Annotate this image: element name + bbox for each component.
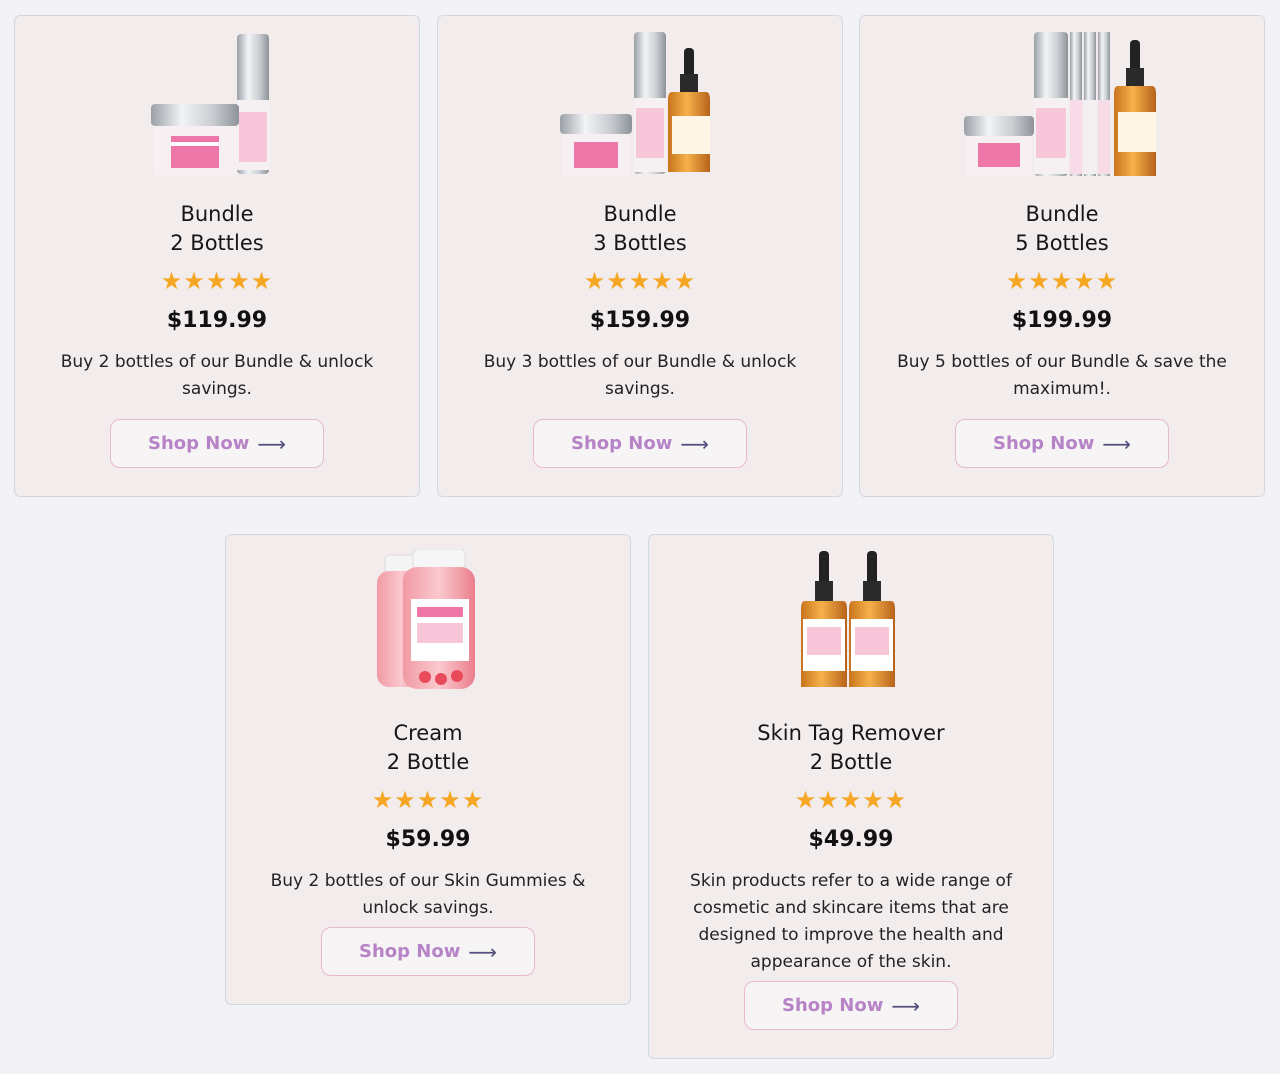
arrow-right-icon: ⟶	[1102, 431, 1132, 456]
shop-now-button[interactable]: Shop Now ⟶	[744, 981, 958, 1030]
rating-stars: ★★★★★	[1005, 267, 1119, 295]
product-price: $199.99	[1011, 308, 1113, 333]
product-title-line2: 2 Bottle	[386, 750, 470, 774]
rating-stars: ★★★★★	[160, 267, 274, 295]
arrow-right-icon: ⟶	[468, 939, 498, 964]
shop-now-label: Shop Now	[147, 433, 250, 454]
rating-stars: ★★★★★	[371, 786, 485, 814]
dropper-bottles-image	[649, 549, 1053, 699]
cream-jar-and-serum-bottle-image	[15, 30, 419, 180]
shop-now-label: Shop Now	[358, 941, 461, 962]
cream-serum-and-dropper-image	[438, 30, 842, 180]
product-description: Buy 5 bottles of our Bundle & save the m…	[897, 352, 1227, 399]
shop-now-button[interactable]: Shop Now ⟶	[533, 419, 747, 468]
product-title-line1: Bundle	[1025, 202, 1099, 226]
product-description: Buy 2 bottles of our Skin Gummies & unlo…	[270, 871, 586, 918]
product-title-line1: Bundle	[180, 202, 254, 226]
rating-stars: ★★★★★	[583, 267, 697, 295]
shop-now-button[interactable]: Shop Now ⟶	[321, 927, 535, 976]
product-title-line2: 2 Bottle	[809, 750, 893, 774]
product-price: $119.99	[166, 308, 268, 333]
product-title: Bundle 3 Bottles	[438, 200, 842, 258]
product-card-bundle-2: Bundle 2 Bottles ★★★★★ $119.99 Buy 2 bot…	[14, 15, 420, 497]
shop-now-label: Shop Now	[781, 995, 884, 1016]
five-product-bundle-image	[860, 30, 1264, 180]
arrow-right-icon: ⟶	[891, 993, 921, 1018]
product-description: Skin products refer to a wide range of c…	[690, 871, 1012, 972]
product-price: $49.99	[808, 827, 894, 852]
product-card-skin-tag-remover: Skin Tag Remover 2 Bottle ★★★★★ $49.99 S…	[648, 534, 1054, 1059]
product-card-bundle-3: Bundle 3 Bottles ★★★★★ $159.99 Buy 3 bot…	[437, 15, 843, 497]
product-description: Buy 2 bottles of our Bundle & unlock sav…	[60, 352, 374, 399]
product-title: Cream 2 Bottle	[226, 719, 630, 777]
product-title: Skin Tag Remover 2 Bottle	[649, 719, 1053, 777]
product-title-line1: Bundle	[603, 202, 677, 226]
product-description: Buy 3 bottles of our Bundle & unlock sav…	[483, 352, 797, 399]
product-price: $59.99	[385, 827, 471, 852]
shop-now-label: Shop Now	[570, 433, 673, 454]
shop-now-button[interactable]: Shop Now ⟶	[955, 419, 1169, 468]
product-title: Bundle 2 Bottles	[15, 200, 419, 258]
arrow-right-icon: ⟶	[680, 431, 710, 456]
product-title-line1: Skin Tag Remover	[757, 721, 945, 745]
product-title-line2: 5 Bottles	[1015, 231, 1109, 255]
product-title-line2: 2 Bottles	[170, 231, 264, 255]
product-title-line2: 3 Bottles	[593, 231, 687, 255]
product-title-line1: Cream	[393, 721, 463, 745]
rating-stars: ★★★★★	[794, 786, 908, 814]
shop-now-button[interactable]: Shop Now ⟶	[110, 419, 324, 468]
product-card-cream: Cream 2 Bottle ★★★★★ $59.99 Buy 2 bottle…	[225, 534, 631, 1005]
shop-now-label: Shop Now	[992, 433, 1095, 454]
product-price: $159.99	[589, 308, 691, 333]
arrow-right-icon: ⟶	[257, 431, 287, 456]
gummies-jars-image	[226, 549, 630, 699]
product-title: Bundle 5 Bottles	[860, 200, 1264, 258]
product-card-bundle-5: Bundle 5 Bottles ★★★★★ $199.99 Buy 5 bot…	[859, 15, 1265, 497]
